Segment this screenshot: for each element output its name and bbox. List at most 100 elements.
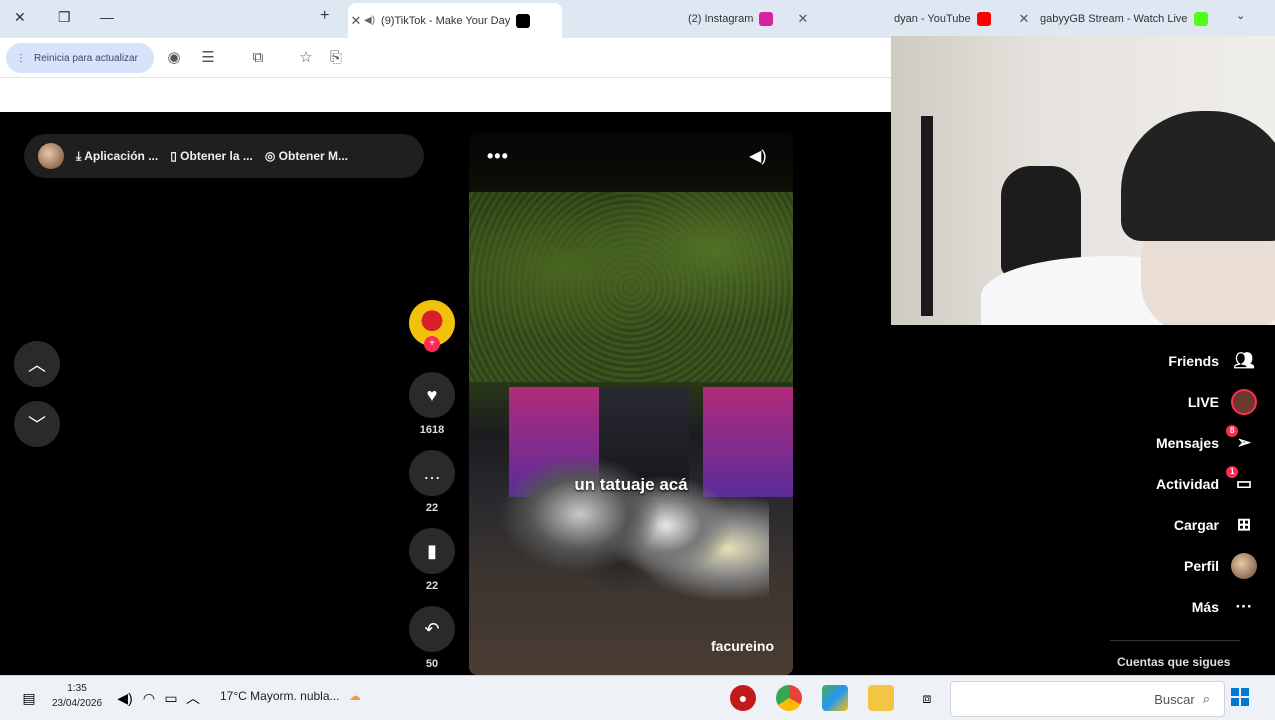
file-explorer-icon[interactable] [868, 685, 894, 711]
new-tab-button[interactable]: + [320, 7, 329, 25]
sidebar-item-friends[interactable]: Friends 👥︎ [1168, 346, 1257, 376]
sidebar-item-upload[interactable]: Cargar ⊞ [1174, 510, 1257, 540]
sidebar-item-activity[interactable]: Actividad ▭ 1 [1155, 466, 1257, 499]
tab-groups-icon[interactable]: ☰ [198, 48, 218, 68]
instagram-favicon-icon [759, 12, 774, 26]
windows-start-icon[interactable] [1231, 688, 1249, 706]
browser-tab-bar: ✕ ❐ — + ✕ ◀︎) (9)TikTok - Make Your Day … [0, 0, 1275, 38]
install-app-icon[interactable]: ⎘ [326, 48, 346, 68]
webcam-scene-cap [1121, 111, 1275, 241]
previous-video-button[interactable]: ︿ [14, 341, 60, 387]
next-video-button[interactable]: ﹀ [14, 401, 60, 447]
tiktok-favicon-icon [516, 13, 531, 28]
chevron-up-icon[interactable]: ︿ [180, 685, 206, 711]
minimize-window-icon[interactable]: — [100, 9, 114, 25]
save-count: 22 [425, 580, 439, 592]
bookmark-icon[interactable]: ▮ [409, 528, 455, 574]
close-tab-icon[interactable]: ✕ [795, 11, 811, 27]
sidebar-item-label: Perfil [1183, 558, 1219, 574]
friends-icon: 👥︎ [1233, 351, 1255, 370]
like-action[interactable]: ♥ 1618 [409, 372, 455, 436]
user-avatar[interactable] [38, 143, 64, 169]
weather-text: 17°C Mayorm. nubla... [220, 689, 340, 703]
search-icon: ⌕ [1202, 691, 1210, 706]
comment-count: 22 [425, 502, 439, 514]
video-scene-hedge [469, 192, 793, 382]
following-accounts-header: Cuentas que sigues [1117, 655, 1231, 669]
close-tab-icon[interactable]: ✕ [1016, 11, 1032, 27]
sidebar-item-profile[interactable]: Perfil [1184, 551, 1257, 581]
notifications-icon[interactable]: ▤ [16, 685, 42, 711]
download-app-link[interactable]: ⤓ Aplicación ... [76, 149, 158, 164]
tab-youtube[interactable]: ✕ dyan - YouTube [820, 5, 1029, 33]
sidebar-item-label: Actividad [1155, 476, 1219, 492]
action-bar: + ♥ 1618 … 22 ▮ 22 ↶ 50 [409, 300, 455, 670]
download-icon: ⤓ [76, 148, 85, 163]
task-view-icon[interactable]: ⧈ [914, 685, 940, 711]
video-player[interactable]: ••• ◀︎) un tatuaje acá facureino [469, 132, 793, 675]
taskbar-search[interactable]: Buscar ⌕ [950, 681, 1225, 717]
tab-search-chevron-icon[interactable]: ⌄ [1236, 9, 1245, 22]
system-clock[interactable]: 1:35 23/04/2026 [52, 681, 102, 711]
sidebar-item-label: Mensajes [1155, 435, 1219, 451]
save-action[interactable]: ▮ 22 [409, 528, 455, 592]
profile-avatar-icon[interactable]: ◉ [164, 48, 184, 68]
bluestacks-app-icon[interactable] [822, 685, 848, 711]
restore-window-icon[interactable]: ❐ [58, 9, 71, 26]
kebab-menu-icon: ⋮ [16, 52, 26, 64]
sidebar-item-live[interactable]: LIVE [1188, 387, 1257, 417]
topnav-label: Aplicación ... [84, 148, 159, 163]
tab-instagram[interactable]: ✕ (2) Instagram [590, 5, 808, 33]
tab-title: gabyyGB Stream - Watch Live [1040, 13, 1188, 25]
bookmark-star-icon[interactable]: ☆ [296, 48, 316, 68]
webcam-overlay [891, 36, 1275, 325]
sidebar-item-messages[interactable]: Mensajes ➢ 8 [1155, 425, 1257, 458]
share-count: 50 [425, 658, 439, 670]
follow-plus-icon[interactable]: + [424, 336, 440, 352]
clock-date: 23/04/2026 [52, 698, 103, 709]
search-placeholder: Buscar [1154, 691, 1195, 707]
get-coins-link[interactable]: ◎ Obtener M... [265, 149, 348, 163]
top-nav-pill: ⤓ Aplicación ... ▯ Obtener la ... ◎ Obte… [24, 134, 424, 178]
clock-time: 1:35 [67, 683, 87, 694]
more-icon: ··· [1235, 597, 1253, 616]
activity-icon: ▭ 1 [1226, 466, 1257, 497]
comment-icon[interactable]: … [409, 450, 455, 496]
coin-icon: ◎ [264, 149, 279, 163]
update-button[interactable]: ⋮ Reinicia para actualizar [6, 43, 154, 73]
obs-app-icon[interactable]: ● [730, 685, 756, 711]
activity-badge: 1 [1226, 466, 1239, 478]
sidebar-divider [1110, 640, 1240, 641]
topnav-label: Obtener la ... [180, 149, 253, 163]
share-icon[interactable]: ↶ [409, 606, 455, 652]
tab-title: (9)TikTok - Make Your Day [381, 14, 511, 27]
get-tv-app-link[interactable]: ▯ Obtener la ... [170, 149, 253, 163]
os-taskbar: ▤ 1:35 23/04/2026 ◀) ◠ ▭ ︿ 17°C Mayorm. … [0, 675, 1275, 720]
close-window-icon[interactable]: ✕ [14, 9, 26, 26]
volume-tray-icon[interactable]: ◀) [112, 685, 138, 711]
tab-tiktok[interactable]: ✕ ◀︎) (9)TikTok - Make Your Day [348, 3, 562, 38]
volume-icon[interactable]: ◀︎) [749, 146, 767, 166]
close-tab-icon[interactable]: ✕ [348, 13, 364, 29]
sidebar-item-label: LIVE [1187, 394, 1219, 410]
tab-title: dyan - YouTube [894, 13, 971, 25]
chrome-app-icon[interactable] [776, 685, 802, 711]
audio-icon[interactable]: ◀︎) [364, 15, 375, 26]
video-scene-people [499, 422, 769, 652]
extensions-icon[interactable]: ⧉ [248, 48, 268, 68]
webcam-scene-stand [921, 116, 933, 316]
chevron-up-icon: ︿ [28, 355, 46, 375]
video-author[interactable]: facureino [711, 638, 774, 654]
weather-widget[interactable]: 17°C Mayorm. nubla... ☁︎ [220, 689, 361, 703]
comment-action[interactable]: … 22 [409, 450, 455, 514]
video-caption: un tatuaje acá [574, 475, 688, 494]
share-action[interactable]: ↶ 50 [409, 606, 455, 670]
live-icon [1231, 389, 1257, 415]
heart-icon[interactable]: ♥ [409, 372, 455, 418]
sidebar-item-more[interactable]: Más ··· [1192, 592, 1257, 622]
video-menu-button[interactable]: ••• [487, 146, 509, 167]
sidebar-item-label: Cargar [1173, 517, 1219, 533]
sidebar-item-label: Friends [1168, 353, 1219, 369]
tab-kick[interactable]: gabyyGB Stream - Watch Live [1040, 5, 1220, 33]
creator-avatar[interactable]: + [409, 300, 455, 352]
